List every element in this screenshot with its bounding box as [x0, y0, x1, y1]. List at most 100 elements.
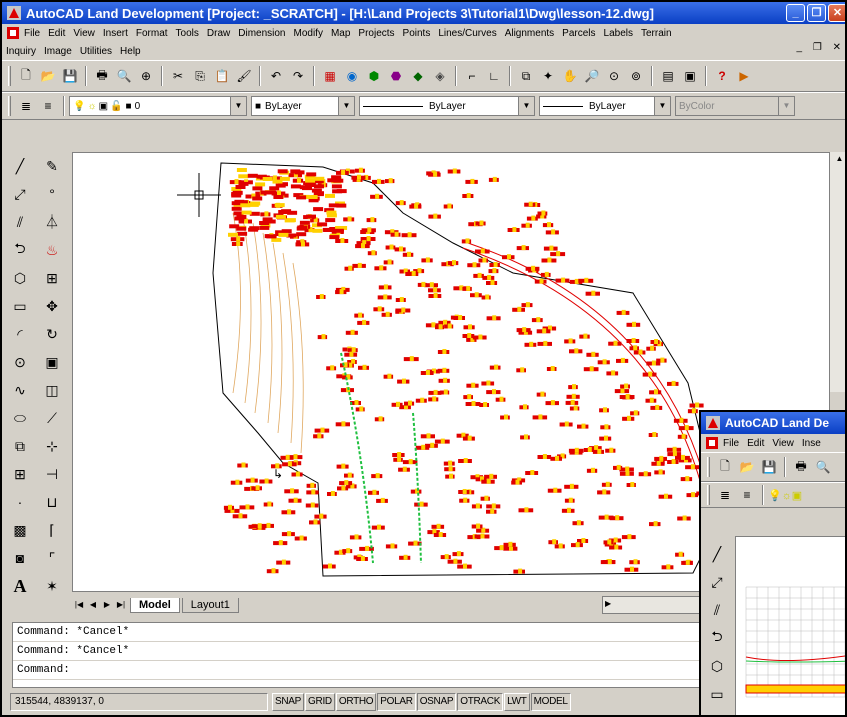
polyline-icon[interactable]: ⮌: [6, 236, 34, 264]
linetype-dropdown[interactable]: ByLayer ▼: [359, 96, 535, 116]
model-toggle[interactable]: MODEL: [530, 693, 571, 711]
land-tool-6-icon[interactable]: ◈: [430, 66, 450, 86]
multiline-text-icon[interactable]: A: [6, 572, 34, 600]
lengthen-icon[interactable]: ⟋: [38, 404, 66, 432]
osnap-toggle[interactable]: OSNAP: [416, 693, 457, 711]
toolbar-grip[interactable]: [707, 485, 710, 505]
land-tool-5-icon[interactable]: ◆: [408, 66, 428, 86]
dropdown-arrow-icon[interactable]: ▼: [518, 97, 534, 115]
menu-view[interactable]: View: [73, 28, 95, 39]
land-tool-3-icon[interactable]: ⬢: [364, 66, 384, 86]
menu-format[interactable]: Format: [136, 28, 168, 39]
menu-insert[interactable]: Insert: [103, 28, 128, 39]
construction-line-icon[interactable]: ⤢: [703, 568, 731, 596]
scroll-up-icon[interactable]: ▲: [830, 154, 845, 163]
grid-toggle[interactable]: GRID: [305, 693, 335, 711]
polygon-icon[interactable]: ⬡: [703, 652, 731, 680]
sub-drawing-canvas[interactable]: [735, 536, 845, 715]
close-icon[interactable]: ✕: [828, 4, 845, 22]
make-block-icon[interactable]: ⊞: [6, 460, 34, 488]
mdi-controls[interactable]: _ ❐ ✕: [797, 42, 845, 53]
erase-icon[interactable]: ✎: [38, 152, 66, 180]
construction-line-icon[interactable]: ⤢: [6, 180, 34, 208]
tab-layout1[interactable]: Layout1: [181, 597, 239, 613]
region-icon[interactable]: ◙: [6, 544, 34, 572]
ellipse-icon[interactable]: ⬭: [6, 404, 34, 432]
toolbar-grip[interactable]: [8, 66, 11, 86]
plotstyle-dropdown[interactable]: ByColor ▼: [675, 96, 795, 116]
vertical-scrollbar[interactable]: ▲: [830, 152, 845, 392]
move-icon[interactable]: ✥: [38, 292, 66, 320]
document-icon[interactable]: [705, 436, 719, 450]
polar-toggle[interactable]: POLAR: [377, 693, 416, 711]
last-tab-icon[interactable]: ▶|: [114, 598, 128, 612]
menu-dimension[interactable]: Dimension: [238, 28, 285, 39]
fillet-icon[interactable]: ⌜: [38, 544, 66, 572]
menu-file[interactable]: File: [24, 28, 40, 39]
lwt-toggle[interactable]: LWT: [504, 693, 530, 711]
prev-tab-icon[interactable]: ◀: [86, 598, 100, 612]
command-window[interactable]: Command: *Cancel* Command: *Cancel* Comm…: [12, 622, 712, 688]
line-icon[interactable]: ╱: [6, 152, 34, 180]
undo-icon[interactable]: ↶: [266, 66, 286, 86]
redo-icon[interactable]: ↷: [288, 66, 308, 86]
coordinate-display[interactable]: 315544, 4839137, 0: [10, 693, 268, 711]
rotate-icon[interactable]: ↻: [38, 320, 66, 348]
menu-view[interactable]: View: [772, 438, 794, 449]
mirror-icon[interactable]: ⏃: [38, 208, 66, 236]
command-prompt[interactable]: Command:: [13, 661, 711, 680]
save-icon[interactable]: 💾: [60, 66, 80, 86]
rectangle-icon[interactable]: ▭: [6, 292, 34, 320]
lineweight-dropdown[interactable]: ByLayer ▼: [539, 96, 671, 116]
extra-tool-icon[interactable]: ▶: [734, 66, 754, 86]
menu-inquiry[interactable]: Inquiry: [6, 46, 36, 57]
layer-previous-icon[interactable]: ≡: [737, 485, 757, 505]
zoom-realtime-icon[interactable]: 🔎: [582, 66, 602, 86]
layer-previous-icon[interactable]: ≡: [38, 96, 58, 116]
menu-labels[interactable]: Labels: [604, 28, 633, 39]
spline-icon[interactable]: ∿: [6, 376, 34, 404]
polyline-icon[interactable]: ⮌: [703, 624, 731, 652]
dropdown-arrow-icon[interactable]: ▼: [230, 97, 246, 115]
print-preview-icon[interactable]: 🔍: [813, 457, 833, 477]
polyline-icon[interactable]: ⌐: [462, 66, 482, 86]
secondary-autocad-window[interactable]: AutoCAD Land De File Edit View Inse 🗋 📂 💾 🖶…: [699, 410, 845, 715]
new-file-icon[interactable]: 🗋: [16, 66, 36, 86]
menu-alignments[interactable]: Alignments: [505, 28, 554, 39]
menu-parcels[interactable]: Parcels: [562, 28, 595, 39]
rectangle-icon[interactable]: ▭: [703, 680, 731, 708]
color-dropdown[interactable]: ■ ByLayer ▼: [251, 96, 355, 116]
save-icon[interactable]: 💾: [759, 457, 779, 477]
array-icon[interactable]: ⊞: [38, 264, 66, 292]
menu-edit[interactable]: Edit: [747, 438, 764, 449]
help-icon[interactable]: ?: [712, 66, 732, 86]
paste-icon[interactable]: 📋: [212, 66, 232, 86]
menu-file[interactable]: File: [723, 438, 739, 449]
extend-icon[interactable]: ⊣: [38, 460, 66, 488]
ortho-toggle[interactable]: ORTHO: [335, 693, 377, 711]
menu-lines-curves[interactable]: Lines/Curves: [438, 28, 496, 39]
hatch-icon[interactable]: ▩: [6, 516, 34, 544]
dropdown-arrow-icon[interactable]: ▼: [778, 97, 794, 115]
explode-icon[interactable]: ✶: [38, 572, 66, 600]
scale-icon[interactable]: ▣: [38, 348, 66, 376]
scroll-right-icon[interactable]: ▶: [605, 599, 611, 608]
first-tab-icon[interactable]: |◀: [72, 598, 86, 612]
properties-icon[interactable]: ✦: [538, 66, 558, 86]
tab-model[interactable]: Model: [130, 597, 180, 613]
menu-map[interactable]: Map: [331, 28, 350, 39]
copy-icon[interactable]: ⎘: [190, 66, 210, 86]
design-center-icon[interactable]: ▤: [658, 66, 678, 86]
layer-manager-icon[interactable]: ≣: [715, 485, 735, 505]
land-tool-4-icon[interactable]: ⬣: [386, 66, 406, 86]
maximize-icon[interactable]: ❐: [807, 4, 826, 22]
title-bar[interactable]: AutoCAD Land Development [Project: _SCRA…: [2, 2, 845, 24]
block-icon[interactable]: ⧉: [516, 66, 536, 86]
layer-dropdown[interactable]: 💡 ☼ ▣ 🔓 ■ 0 ▼: [69, 96, 247, 116]
publish-icon[interactable]: ⊕: [136, 66, 156, 86]
document-icon[interactable]: [6, 26, 20, 40]
cut-icon[interactable]: ✂: [168, 66, 188, 86]
point-icon[interactable]: ·: [6, 488, 34, 516]
match-properties-icon[interactable]: 🖌: [234, 66, 254, 86]
dropdown-arrow-icon[interactable]: ▼: [654, 97, 670, 115]
